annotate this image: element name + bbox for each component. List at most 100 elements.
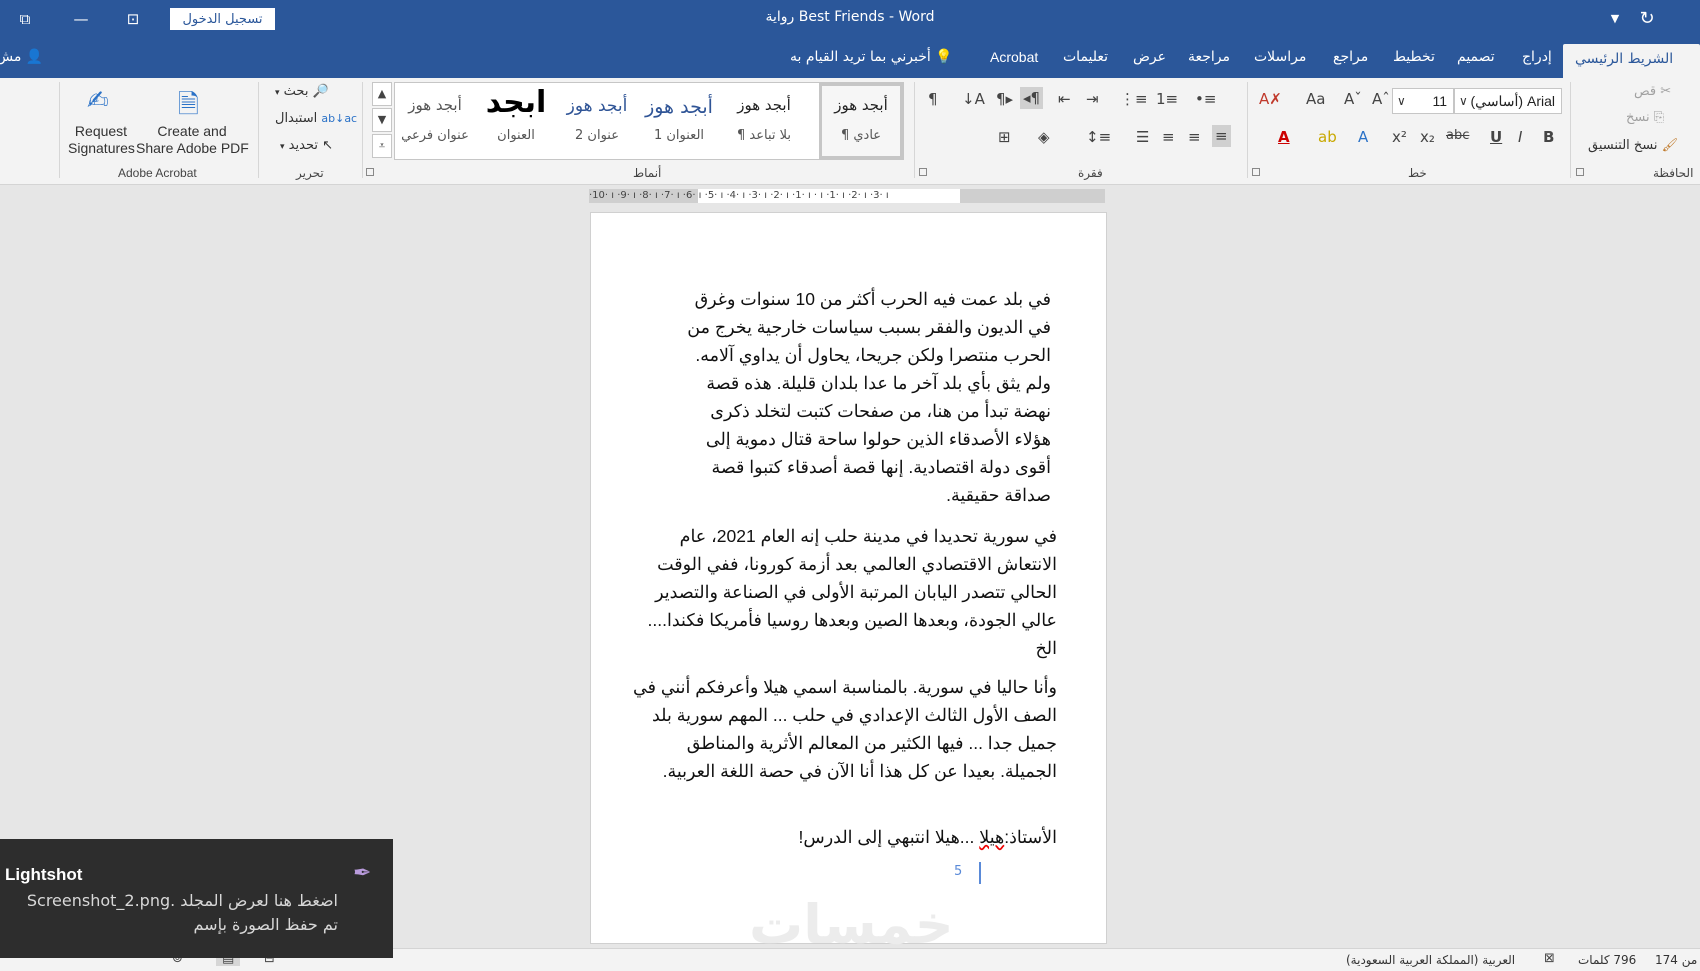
horizontal-ruler[interactable]: ·10· ı ·9· ı ·8· ı ·7· ı ·6· ı ·5· ı ·4·… (589, 189, 1105, 203)
font-size-combo[interactable]: 11 ∨ (1392, 88, 1454, 114)
underline-icon[interactable]: U (1490, 128, 1502, 146)
bold-icon[interactable]: B (1543, 128, 1554, 146)
separator (914, 82, 915, 178)
tab-layout[interactable]: تخطيط (1393, 49, 1435, 65)
clipboard-launcher-icon[interactable] (1576, 168, 1584, 176)
group-label-acrobat: Adobe Acrobat (118, 166, 197, 180)
style-normal[interactable]: أبجد هوز ¶ عادي (819, 83, 903, 159)
numbering-icon[interactable]: 1≡ (1156, 90, 1178, 108)
tab-home[interactable]: الشريط الرئيسي (1563, 44, 1700, 78)
request-signatures-button[interactable]: Request Signatures (68, 123, 135, 157)
ribbon: ✍ Request Signatures 🗎 Create and Share … (0, 78, 1700, 185)
styles-scroll-down-icon[interactable]: ▼ (372, 108, 392, 132)
copy-button[interactable]: نسخ ⎘ (1626, 110, 1664, 125)
tab-help[interactable]: تعليمات (1063, 49, 1108, 65)
highlight-icon[interactable]: ab (1318, 128, 1337, 146)
copy-icon: ⎘ (1653, 110, 1665, 125)
text-cursor (979, 862, 981, 884)
share-button[interactable]: مش 👤 (0, 49, 43, 65)
cursor-icon: ↖ (322, 138, 333, 153)
separator (362, 82, 363, 178)
find-button[interactable]: 🔎 بحث ▾ (275, 84, 329, 99)
group-label-paragraph: فقرة (1078, 166, 1103, 180)
show-marks-icon[interactable]: ¶ (928, 90, 938, 108)
shrink-font-icon[interactable]: Aˇ (1344, 90, 1362, 108)
ltr-direction-icon[interactable]: ¶▸ (996, 90, 1013, 108)
tab-acrobat[interactable]: Acrobat (990, 49, 1038, 65)
text-effects-icon[interactable]: A (1358, 128, 1368, 146)
rtl-direction-icon[interactable]: ◂¶ (1020, 87, 1044, 109)
select-button[interactable]: ↖ تحديد ▾ (280, 138, 333, 153)
paragraph-1: في بلد عمت فيه الحرب أكثر من 10 سنوات وغ… (687, 289, 1051, 505)
status-language[interactable]: العربية (المملكة العربية السعودية) (1346, 953, 1515, 967)
brush-icon: 🖌 (1661, 138, 1679, 153)
align-left-icon[interactable]: ≡ (1162, 128, 1175, 146)
bullets-icon[interactable]: •≡ (1195, 90, 1216, 108)
tab-review[interactable]: مراجعة (1188, 49, 1230, 65)
share-user-icon: 👤 (25, 49, 44, 65)
multilevel-list-icon[interactable]: ⋮≡ (1120, 90, 1148, 108)
group-label-styles: أنماط (633, 166, 662, 180)
justify-low-icon[interactable]: ☰ (1136, 128, 1149, 146)
format-painter-button[interactable]: نسخ التنسيق 🖌 (1588, 138, 1678, 153)
lightshot-notification[interactable]: ✒ Lightshot اضغط هنا لعرض المجلد .Screen… (0, 839, 393, 958)
scissors-icon: ✂ (1660, 84, 1672, 99)
decrease-indent-icon[interactable]: ⇤ (1058, 90, 1071, 108)
align-right-icon[interactable]: ≡ (1212, 125, 1231, 147)
chevron-down-icon: ∨ (1459, 94, 1468, 108)
window-title: رواية Best Friends - Word (765, 9, 935, 25)
tab-view[interactable]: عرض (1133, 49, 1166, 65)
paragraph-2: في سورية تحديدا في مدينة حلب إنه العام 2… (647, 526, 1057, 658)
status-page[interactable]: من 174 (1655, 953, 1697, 967)
ribbon-tabs: مش 👤 أخبرني بما تريد القيام به 💡 Acrobat… (0, 38, 1700, 78)
document-page[interactable]: في بلد عمت فيه الحرب أكثر من 10 سنوات وغ… (590, 212, 1107, 956)
style-heading-2[interactable]: أبجد هوز عنوان 2 (557, 83, 637, 159)
watermark-logo: خمسات (749, 893, 954, 956)
italic-icon[interactable]: I (1518, 128, 1522, 146)
spelling-error[interactable]: هيلا (979, 827, 1004, 847)
group-label-editing: تحرير (296, 166, 324, 180)
notification-message: اضغط هنا لعرض المجلد .Screenshot_2.png ت… (26, 891, 338, 934)
style-subtitle[interactable]: أبجد هوز عنوان فرعي (395, 83, 475, 159)
font-color-icon[interactable]: A (1278, 128, 1290, 146)
paragraph-launcher-icon[interactable] (919, 168, 927, 176)
sort-icon[interactable]: ↓A (962, 90, 985, 108)
styles-launcher-icon[interactable] (366, 168, 374, 176)
ruler-ticks: ·10· ı ·9· ı ·8· ı ·7· ı ·6· ı ·5· ı ·4·… (589, 190, 889, 201)
separator (1247, 82, 1248, 178)
tab-design[interactable]: تصميم (1457, 49, 1495, 65)
status-words[interactable]: 796 كلمات (1578, 953, 1636, 967)
create-share-pdf-button[interactable]: Create and Share Adobe PDF (136, 123, 249, 157)
font-name-combo[interactable]: Arial (أساسي) ∨ (1454, 88, 1562, 114)
shading-icon[interactable]: ◈ (1038, 128, 1050, 146)
subscript-icon[interactable]: x₂ (1420, 128, 1435, 146)
paragraph-4: الأستاذ:هيلا ...هيلا انتبهي إلى الدرس! (798, 827, 1057, 847)
style-heading-1[interactable]: أبجد هوز العنوان 1 (637, 83, 721, 159)
change-case-icon[interactable]: Aa (1306, 90, 1325, 108)
font-launcher-icon[interactable] (1252, 168, 1260, 176)
redo-icon[interactable]: ↻ (1636, 8, 1658, 30)
cut-button[interactable]: قص ✂ (1634, 84, 1671, 99)
tab-insert[interactable]: إدراج (1522, 49, 1552, 65)
style-no-spacing[interactable]: أبجد هوز ¶ بلا تباعد (721, 83, 807, 159)
customize-toolbar-icon[interactable]: ▼ (1604, 8, 1626, 30)
tab-references[interactable]: مراجع (1333, 49, 1368, 65)
replace-button[interactable]: ab↓ac استبدال (275, 111, 357, 126)
request-signatures-icon: ✍ (87, 86, 109, 116)
styles-more-icon[interactable]: ⩡ (372, 134, 392, 158)
superscript-icon[interactable]: x² (1392, 128, 1407, 146)
borders-icon[interactable]: ⊞ (998, 128, 1011, 146)
line-spacing-icon[interactable]: ↕≡ (1086, 128, 1111, 146)
tab-mailings[interactable]: مراسلات (1254, 49, 1306, 65)
increase-indent-icon[interactable]: ⇥ (1086, 90, 1099, 108)
group-label-clipboard: الحافظة (1653, 166, 1694, 180)
page-number: 5 (954, 864, 963, 879)
tell-me-search[interactable]: أخبرني بما تريد القيام به 💡 (790, 49, 953, 65)
proofing-icon[interactable]: ⊠ (1544, 951, 1555, 966)
clear-formatting-icon[interactable]: A✗ (1259, 90, 1282, 108)
strikethrough-icon[interactable]: abc (1446, 128, 1469, 143)
style-title[interactable]: ابجد العنوان (475, 83, 557, 159)
align-center-icon[interactable]: ≡ (1188, 128, 1201, 146)
grow-font-icon[interactable]: Aˆ (1372, 90, 1390, 108)
styles-scroll-up-icon[interactable]: ▲ (372, 82, 392, 106)
